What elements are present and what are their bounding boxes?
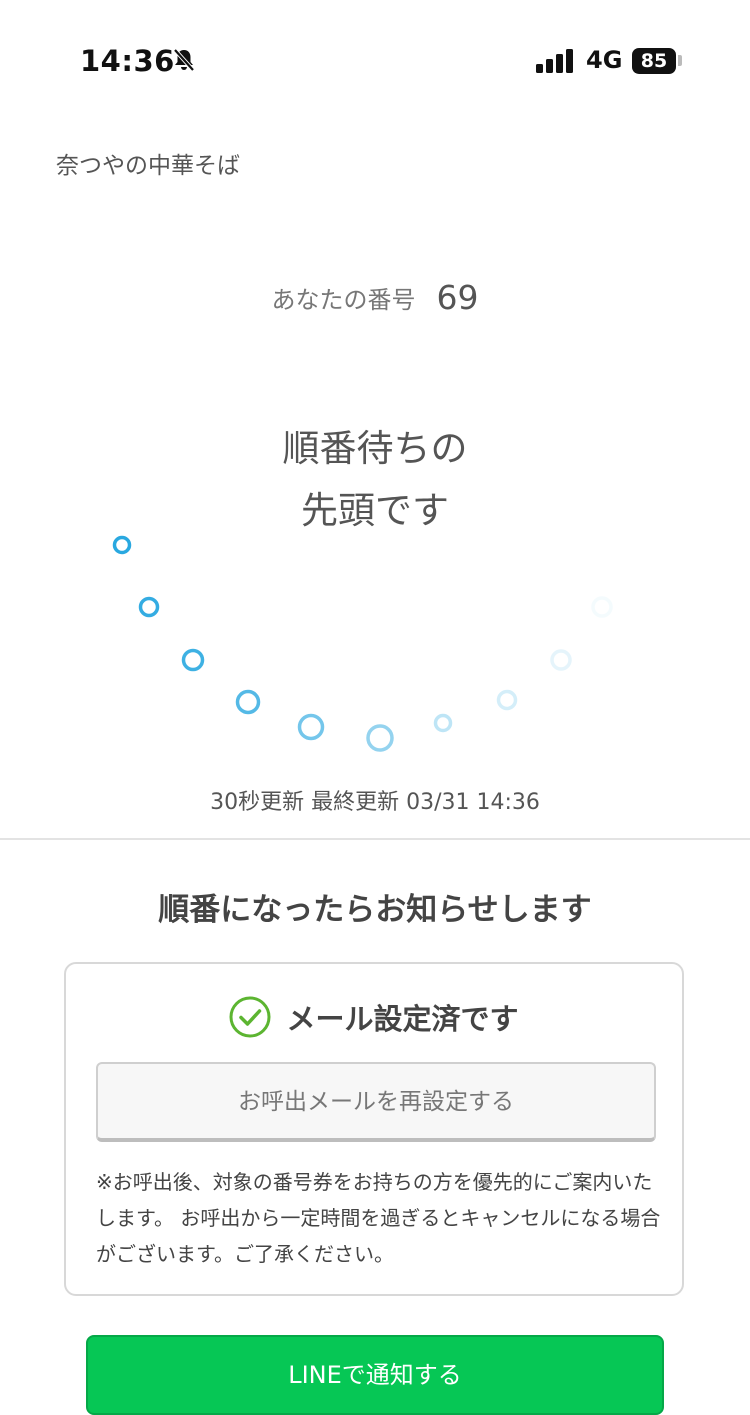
spinner-dot [366, 724, 394, 752]
queue-status-line1: 順番待ちの [282, 427, 468, 470]
notify-title: 順番になったらお知らせします [158, 892, 592, 928]
divider [0, 838, 750, 840]
ticket-number-row: あなたの番号 69 [0, 278, 750, 317]
bell-slash-icon [170, 46, 198, 74]
mail-status: メール設定済です [66, 996, 682, 1038]
ticket-number-label: あなたの番号 [271, 286, 416, 314]
spinner-dot [297, 713, 325, 741]
loading-spinner-icon [112, 535, 613, 752]
network-type: 4G [586, 46, 623, 74]
last-updated: 30秒更新 最終更新 03/31 14:36 [210, 790, 540, 815]
status-bar: 14:36 4G 85 [0, 0, 750, 120]
reset-mail-button[interactable]: お呼出メールを再設定する [96, 1062, 656, 1142]
signal-icon [536, 49, 576, 73]
shop-name: 奈つやの中華そば [56, 153, 240, 179]
spinner-dot [235, 689, 261, 715]
spinner-dot [496, 689, 518, 711]
status-time: 14:36 [80, 44, 175, 78]
check-circle-icon [229, 996, 271, 1038]
battery-icon: 85 [632, 48, 676, 74]
ticket-number-value: 69 [436, 278, 479, 317]
call-note: ※お呼出後、対象の番号券をお持ちの方を優先的にご案内いたします。 お呼出から一定… [96, 1170, 661, 1266]
spinner-dot [138, 596, 160, 618]
spinner-dot [591, 596, 613, 618]
battery-nub [678, 55, 682, 66]
line-notify-button[interactable]: LINEで通知する [86, 1335, 664, 1415]
spinner-dot [181, 648, 205, 672]
spinner-dot [550, 649, 572, 671]
spinner-dot [112, 535, 132, 555]
spinner-dot [433, 713, 453, 733]
mail-status-label: メール設定済です [286, 1002, 519, 1036]
notification-card: メール設定済です お呼出メールを再設定する ※お呼出後、対象の番号券をお持ちの方… [64, 962, 684, 1296]
